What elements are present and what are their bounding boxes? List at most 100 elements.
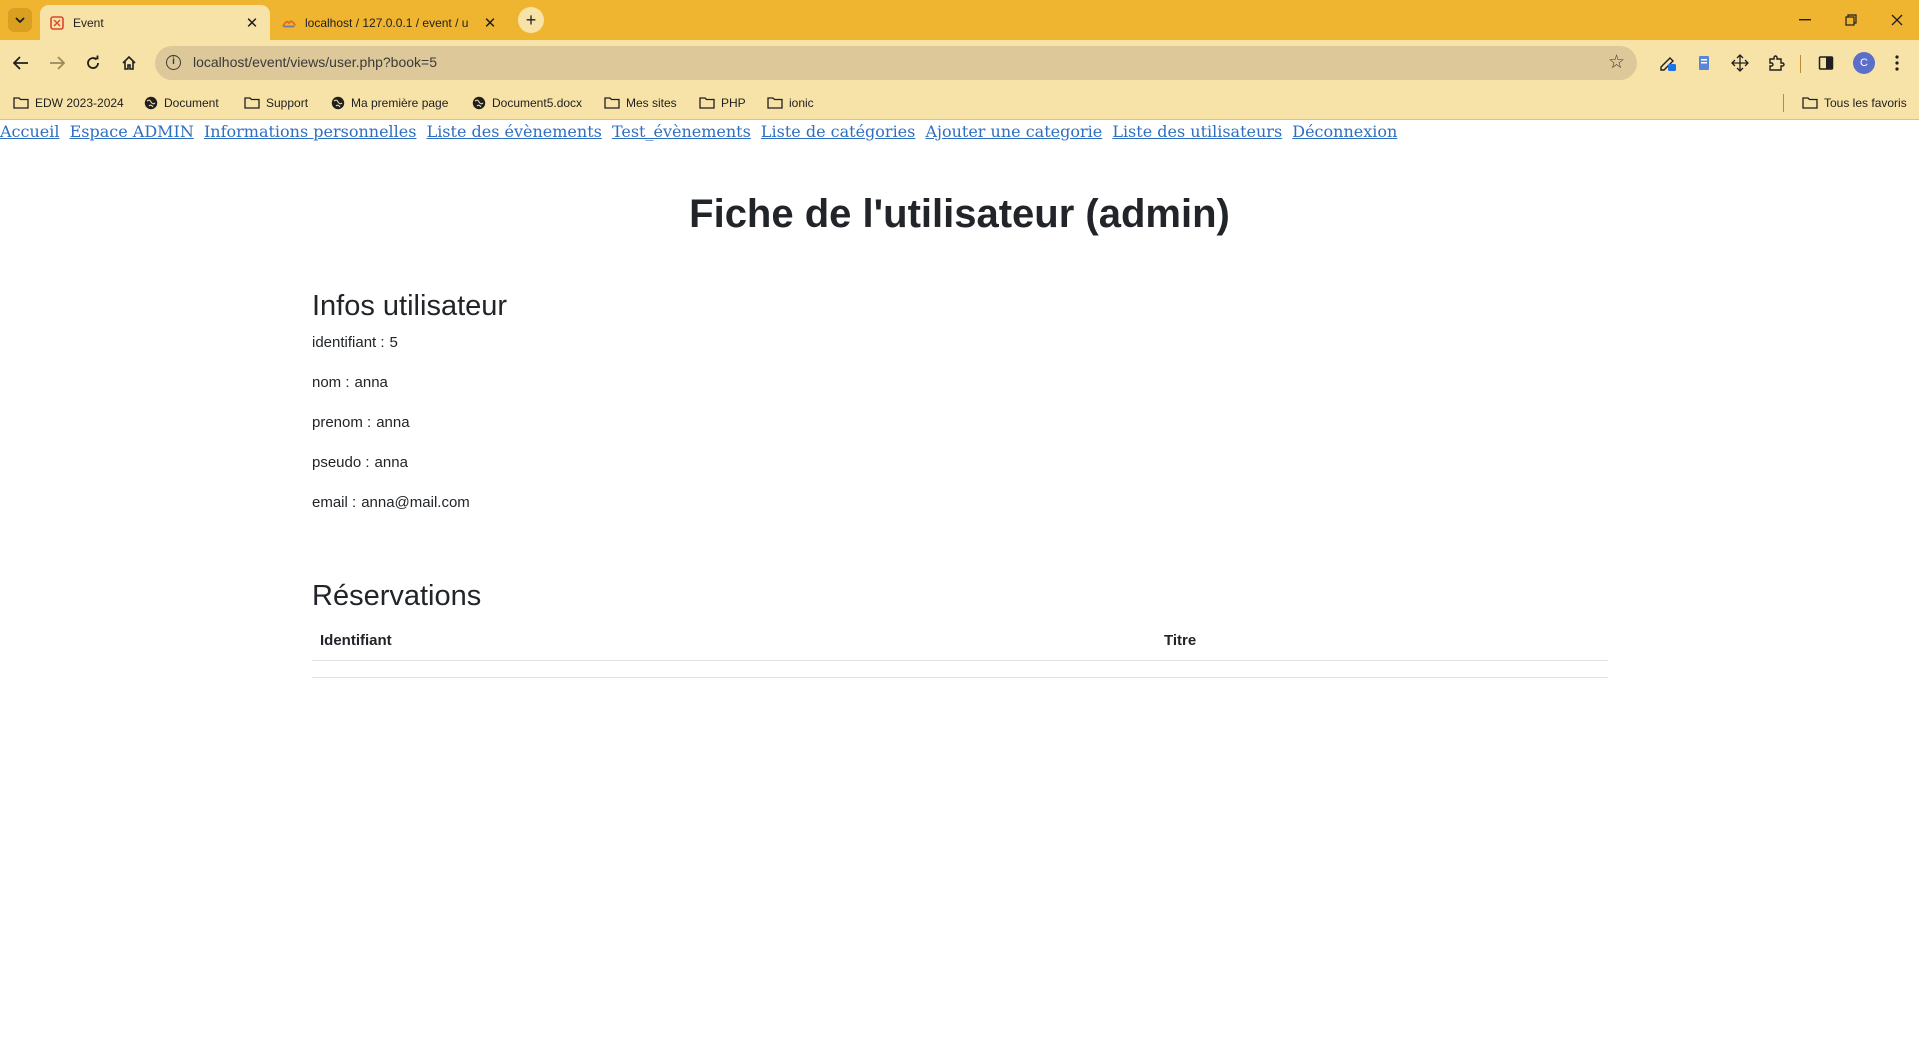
tab-title: Event xyxy=(73,15,104,30)
close-icon xyxy=(1891,14,1903,26)
bookmark-label: Document xyxy=(164,95,219,110)
profile-avatar[interactable]: C xyxy=(1853,52,1875,74)
bookmark-support[interactable]: Support xyxy=(244,86,308,119)
nav-link-informations-personnelles[interactable]: Informations personnelles xyxy=(204,122,417,141)
new-tab-button[interactable]: + xyxy=(518,7,544,33)
bookmark-edw[interactable]: EDW 2023-2024 xyxy=(13,86,124,119)
folder-icon xyxy=(767,97,783,109)
extension-pencil-icon xyxy=(1660,57,1676,71)
page-content: Accueil Espace ADMIN Informations person… xyxy=(0,120,1919,1041)
toolbar-divider xyxy=(1800,55,1801,73)
field-value: anna xyxy=(374,454,408,471)
tab-strip: Event ✕ localhost / 127.0.0.1 / event / … xyxy=(0,0,1919,40)
bookmark-label: Document5.docx xyxy=(492,95,583,110)
address-url[interactable]: localhost/event/views/user.php?book=5 xyxy=(193,54,437,70)
nav-link-deconnexion[interactable]: Déconnexion xyxy=(1292,122,1397,141)
field-label: nom : xyxy=(312,374,350,391)
back-button[interactable] xyxy=(7,49,35,77)
bookmark-label: ionic xyxy=(789,95,814,110)
nav-link-liste-evenements[interactable]: Liste des évènements xyxy=(427,122,602,141)
tab-title: localhost / 127.0.0.1 / event / u xyxy=(305,15,469,30)
folder-icon xyxy=(13,97,29,109)
extension-button[interactable] xyxy=(1690,49,1718,77)
folder-icon xyxy=(244,97,260,109)
bookmark-ionic[interactable]: ionic xyxy=(767,86,814,119)
tab-search-button[interactable] xyxy=(8,8,32,32)
extension-document-icon xyxy=(1699,56,1709,70)
bookmark-label: Support xyxy=(266,95,309,110)
chevron-down-icon xyxy=(15,17,25,23)
field-identifiant: identifiant :5 xyxy=(312,334,398,351)
all-bookmarks-label: Tous les favoris xyxy=(1824,95,1907,110)
column-header-identifiant: Identifiant xyxy=(312,620,1156,661)
bookmark-label: Ma première page xyxy=(351,95,449,110)
field-value: 5 xyxy=(389,334,398,351)
site-info-icon[interactable]: i xyxy=(166,55,181,70)
event-favicon-icon xyxy=(50,15,64,30)
bookmark-document5[interactable]: Document5.docx xyxy=(472,86,582,119)
tab-phpmyadmin[interactable]: localhost / 127.0.0.1 / event / u ✕ xyxy=(272,5,508,40)
home-button[interactable] xyxy=(115,49,143,77)
reload-icon xyxy=(87,55,99,69)
nav-link-ajouter-categorie[interactable]: Ajouter une categorie xyxy=(925,122,1102,141)
bookmark-label: EDW 2023-2024 xyxy=(35,95,124,110)
bookmarks-divider xyxy=(1783,94,1784,112)
main-nav: Accueil Espace ADMIN Informations person… xyxy=(0,122,1402,141)
field-email: email : anna@mail.com xyxy=(312,494,470,511)
restore-button[interactable] xyxy=(1836,8,1866,32)
table-header-row: Identifiant Titre xyxy=(312,620,1608,661)
field-label: prenom : xyxy=(312,414,372,431)
close-tab-icon[interactable]: ✕ xyxy=(244,14,260,32)
folder-icon xyxy=(604,97,620,109)
side-panel-button[interactable] xyxy=(1812,49,1840,77)
close-window-button[interactable] xyxy=(1882,8,1912,32)
minimize-button[interactable] xyxy=(1790,8,1820,32)
reload-button[interactable] xyxy=(79,49,107,77)
nav-link-liste-utilisateurs[interactable]: Liste des utilisateurs xyxy=(1112,122,1282,141)
globe-icon xyxy=(144,96,158,109)
close-tab-icon[interactable]: ✕ xyxy=(482,14,498,32)
field-value: anna xyxy=(376,414,410,431)
nav-link-accueil[interactable]: Accueil xyxy=(0,122,59,141)
folder-icon xyxy=(699,97,715,109)
field-nom: nom : anna xyxy=(312,374,388,391)
column-header-titre: Titre xyxy=(1156,620,1608,661)
page-title: Fiche de l'utilisateur (admin) xyxy=(689,192,1230,236)
infos-heading: Infos utilisateur xyxy=(312,290,508,322)
bookmark-label: Mes sites xyxy=(626,95,677,110)
bookmark-document[interactable]: Document xyxy=(144,86,219,119)
nav-link-test-evenements[interactable]: Test_évènements xyxy=(612,122,751,141)
field-value: anna xyxy=(354,374,388,391)
nav-link-espace-admin[interactable]: Espace ADMIN xyxy=(70,122,194,141)
bookmark-php[interactable]: PHP xyxy=(699,86,746,119)
reservations-table: Identifiant Titre xyxy=(312,620,1608,678)
restore-icon xyxy=(1845,14,1857,26)
forward-button[interactable] xyxy=(43,49,71,77)
bookmark-mes-sites[interactable]: Mes sites xyxy=(604,86,677,119)
reservations-heading: Réservations xyxy=(312,580,482,612)
plus-icon: + xyxy=(525,9,537,30)
tab-event[interactable]: Event ✕ xyxy=(40,5,270,40)
nav-link-liste-categories[interactable]: Liste de catégories xyxy=(761,122,915,141)
globe-icon xyxy=(472,96,486,109)
globe-icon xyxy=(331,96,345,109)
all-bookmarks-folder[interactable]: Tous les favoris xyxy=(1802,86,1907,119)
field-label: pseudo : xyxy=(312,454,370,471)
address-bar[interactable]: i localhost/event/views/user.php?book=5 … xyxy=(155,46,1637,80)
bookmark-star-icon[interactable]: ☆ xyxy=(1608,51,1625,74)
folder-icon xyxy=(1802,97,1818,109)
arrow-right-icon xyxy=(50,56,65,70)
field-value: anna@mail.com xyxy=(361,494,470,511)
bookmark-label: PHP xyxy=(721,95,746,110)
side-panel-icon xyxy=(1818,56,1834,70)
browser-menu-button[interactable] xyxy=(1883,49,1911,77)
extension-button[interactable] xyxy=(1654,49,1682,77)
field-label: identifiant : xyxy=(312,334,385,351)
bookmarks-bar: EDW 2023-2024 Document Support Ma premiè… xyxy=(0,86,1919,120)
extension-button[interactable] xyxy=(1726,49,1754,77)
extensions-button[interactable] xyxy=(1762,49,1790,77)
more-vertical-icon xyxy=(1895,55,1899,71)
table-row xyxy=(312,660,1608,678)
bookmark-premiere-page[interactable]: Ma première page xyxy=(331,86,448,119)
field-prenom: prenom : anna xyxy=(312,414,410,431)
